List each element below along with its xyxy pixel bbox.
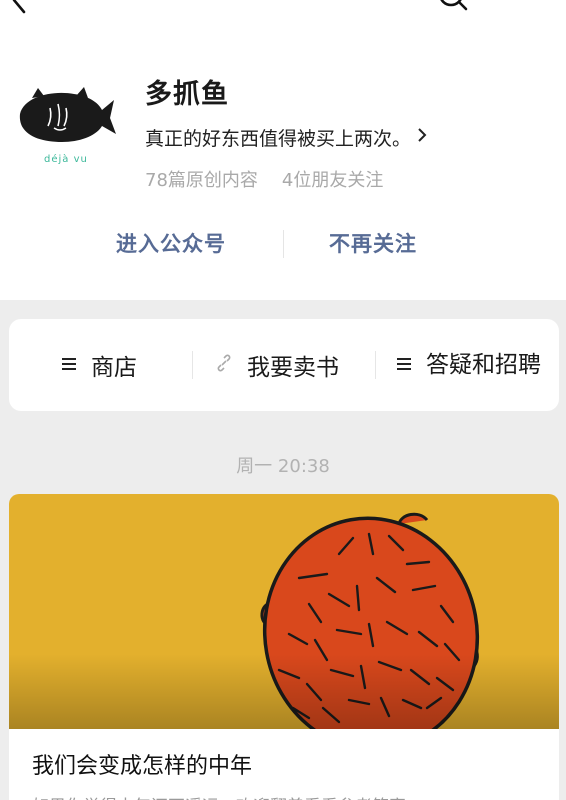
menu-lines-icon [61, 356, 77, 375]
chevron-right-icon [417, 127, 427, 148]
fish-cat-logo-icon: déjà vu [19, 87, 117, 165]
article-cover-image [9, 494, 559, 752]
search-icon [440, 0, 468, 11]
back-arrow-icon [12, 0, 26, 14]
account-description[interactable]: 真正的好东西值得被买上两次。 [145, 124, 427, 151]
account-menu: 商店 我要卖书 答疑和招聘 [9, 319, 559, 411]
menu-item-label: 商店 [91, 355, 137, 381]
unfollow-button[interactable]: 不再关注 [329, 228, 417, 258]
nav-bar [0, 0, 566, 14]
menu-divider [192, 351, 193, 379]
menu-item-sell-books[interactable]: 我要卖书 [215, 319, 339, 411]
svg-text:déjà vu: déjà vu [44, 153, 88, 165]
account-description-text: 真正的好东西值得被买上两次。 [145, 128, 412, 150]
more-dots-icon [518, 0, 554, 10]
friends-following-count: 4位朋友关注 [281, 170, 384, 191]
menu-divider [375, 351, 376, 379]
action-divider [283, 230, 284, 258]
article-digest: 如果你觉得中年还不遥远，欢迎翻着看看参考答案 [32, 792, 406, 800]
back-button[interactable] [6, 0, 30, 14]
article-card[interactable]: 我们会变成怎样的中年 如果你觉得中年还不遥远，欢迎翻着看看参考答案 [9, 494, 559, 800]
account-name: 多抓鱼 [145, 79, 229, 110]
article-title: 我们会变成怎样的中年 [32, 754, 253, 779]
menu-item-label: 答疑和招聘 [426, 352, 541, 378]
original-articles-count: 78篇原创内容 [145, 170, 258, 191]
menu-lines-icon [396, 356, 412, 375]
menu-item-label: 我要卖书 [247, 355, 339, 381]
link-icon [215, 354, 233, 376]
account-avatar[interactable]: déjà vu [14, 78, 118, 168]
more-options-button[interactable] [518, 0, 554, 10]
cover-gradient-overlay [9, 654, 559, 729]
search-button[interactable] [436, 0, 470, 14]
message-timestamp: 周一 20:38 [236, 456, 330, 477]
menu-item-qa-hiring[interactable]: 答疑和招聘 [396, 319, 544, 411]
menu-item-shop[interactable]: 商店 [61, 319, 137, 411]
account-stats: 78篇原创内容 4位朋友关注 [145, 166, 383, 192]
enter-account-button[interactable]: 进入公众号 [116, 228, 226, 258]
